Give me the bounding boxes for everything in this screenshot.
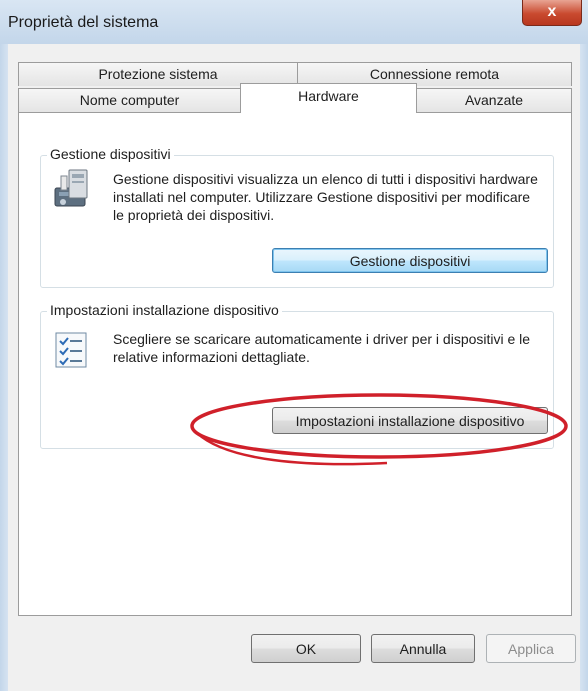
tab-avanzate[interactable]: Avanzate: [416, 88, 572, 113]
tab-panel-hardware: Gestione dispositivi Gestione dispositiv…: [18, 112, 572, 616]
close-button[interactable]: x: [522, 0, 582, 26]
checklist-icon: [55, 332, 87, 368]
device-installation-group-title: Impostazioni installazione dispositivo: [47, 302, 282, 318]
device-manager-button[interactable]: Gestione dispositivi: [272, 248, 548, 273]
title-bar[interactable]: Proprietà del sistema: [0, 0, 588, 44]
window-frame-left: [0, 44, 8, 691]
device-manager-group: Gestione dispositivi Gestione dispositiv…: [40, 146, 554, 288]
cancel-button[interactable]: Annulla: [371, 634, 475, 663]
device-installation-description: Scegliere se scaricare automaticamente i…: [113, 331, 531, 365]
window-title: Proprietà del sistema: [8, 14, 159, 31]
device-manager-description: Gestione dispositivi visualizza un elenc…: [113, 171, 538, 223]
apply-button[interactable]: Applica: [486, 634, 576, 663]
device-manager-group-title: Gestione dispositivi: [47, 146, 174, 162]
device-manager-icon: [53, 168, 93, 212]
annotation-ellipse: [190, 393, 568, 466]
tab-nome-computer[interactable]: Nome computer: [18, 88, 241, 113]
ok-button[interactable]: OK: [251, 634, 361, 663]
tab-hardware[interactable]: Hardware: [240, 83, 417, 113]
window-frame-right: [580, 44, 588, 691]
